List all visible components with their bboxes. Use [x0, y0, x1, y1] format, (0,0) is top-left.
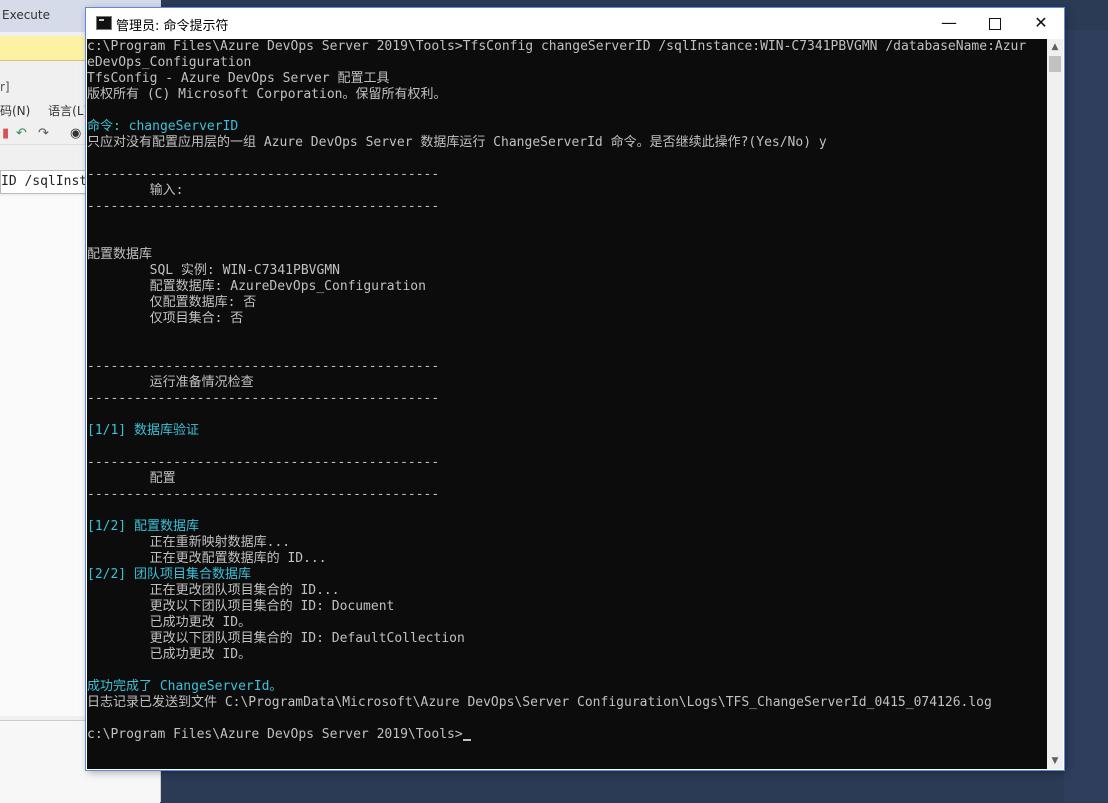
console-line: 输入: [87, 183, 184, 198]
console-line: 命令: changeServerID [87, 119, 239, 134]
console-line: ----------------------------------------… [87, 359, 440, 374]
background-editor-area [0, 196, 86, 716]
console-line: ----------------------------------------… [87, 487, 440, 502]
binoculars-icon[interactable]: ◉ [70, 126, 81, 141]
console-prompt: c:\Program Files\Azure DevOps Server 201… [87, 727, 463, 742]
execute-button[interactable]: Execute [2, 8, 50, 22]
window-title: 管理员: 命令提示符 [116, 19, 229, 34]
console-output[interactable]: c:\Program Files\Azure DevOps Server 201… [87, 39, 1047, 769]
red-icon[interactable]: ▮ [2, 126, 9, 141]
desktop-background-strip [1064, 30, 1108, 802]
console-line: 已成功更改 ID。 [87, 615, 252, 630]
console-prompt-line[interactable]: c:\Program Files\Azure DevOps Server 201… [87, 727, 1047, 743]
console-line: 已成功更改 ID。 [87, 647, 252, 662]
console-line: [1/1] 数据库验证 [87, 423, 199, 438]
console-line: 正在更改团队项目集合的 ID... [87, 583, 340, 598]
scroll-down-arrow-icon[interactable]: ▼ [1047, 753, 1063, 769]
console-line: ----------------------------------------… [87, 455, 440, 470]
title-bar[interactable]: 管理员: 命令提示符 — ✕ [86, 8, 1064, 38]
cmd-app-icon [96, 16, 112, 30]
menu-item-language[interactable]: 语言(L) [48, 104, 88, 118]
console-line: eDevOps_Configuration [87, 55, 252, 70]
console-line: 版权所有 (C) Microsoft Corporation。保留所有权利。 [87, 87, 447, 102]
scroll-up-arrow-icon[interactable]: ▲ [1047, 39, 1063, 55]
console-line: 运行准备情况检查 [87, 375, 254, 390]
console-line: 更改以下团队项目集合的 ID: Document [87, 599, 395, 614]
console-line: 只应对没有配置应用层的一组 Azure DevOps Server 数据库运行 … [87, 135, 827, 150]
console-line: [2/2] 团队项目集合数据库 [87, 567, 251, 582]
console-line: SQL 实例: WIN-C7341PBVGMN [87, 263, 340, 278]
console-line: 仅项目集合: 否 [87, 311, 244, 326]
scrollbar-thumb[interactable] [1049, 56, 1061, 72]
maximize-button[interactable] [972, 8, 1018, 38]
console-line: ----------------------------------------… [87, 391, 440, 406]
maximize-icon [989, 17, 1001, 30]
background-bracket-text: r] [0, 80, 10, 94]
console-line: TfsConfig - Azure DevOps Server 配置工具 [87, 71, 390, 86]
vertical-scrollbar[interactable]: ▲ ▼ [1047, 39, 1063, 769]
menu-item-encoding[interactable]: 码(N) [0, 104, 30, 118]
console-line: 配置 [87, 471, 176, 486]
close-button[interactable]: ✕ [1018, 8, 1064, 38]
console-line: 配置数据库 [87, 247, 153, 262]
console-line: 日志记录已发送到文件 C:\ProgramData\Microsoft\Azur… [87, 695, 992, 710]
redo-icon[interactable]: ↷ [38, 126, 49, 141]
console-line: 正在重新映射数据库... [87, 535, 291, 550]
minimize-button[interactable]: — [926, 8, 972, 38]
console-line: [1/2] 配置数据库 [87, 519, 199, 534]
console-line: ----------------------------------------… [87, 167, 440, 182]
console-line: 更改以下团队项目集合的 ID: DefaultCollection [87, 631, 465, 646]
console-line: 正在更改配置数据库的 ID... [87, 551, 327, 566]
console-line: 成功完成了 ChangeServerId。 [87, 679, 283, 694]
console-line: 仅配置数据库: 否 [87, 295, 257, 310]
console-line: c:\Program Files\Azure DevOps Server 201… [87, 39, 1027, 54]
undo-icon[interactable]: ↶ [16, 126, 27, 141]
console-line: 配置数据库: AzureDevOps_Configuration [87, 279, 426, 294]
command-prompt-window: 管理员: 命令提示符 — ✕ c:\Program Files\Azure De… [86, 8, 1064, 770]
text-cursor [462, 739, 471, 741]
console-line: ----------------------------------------… [87, 199, 440, 214]
